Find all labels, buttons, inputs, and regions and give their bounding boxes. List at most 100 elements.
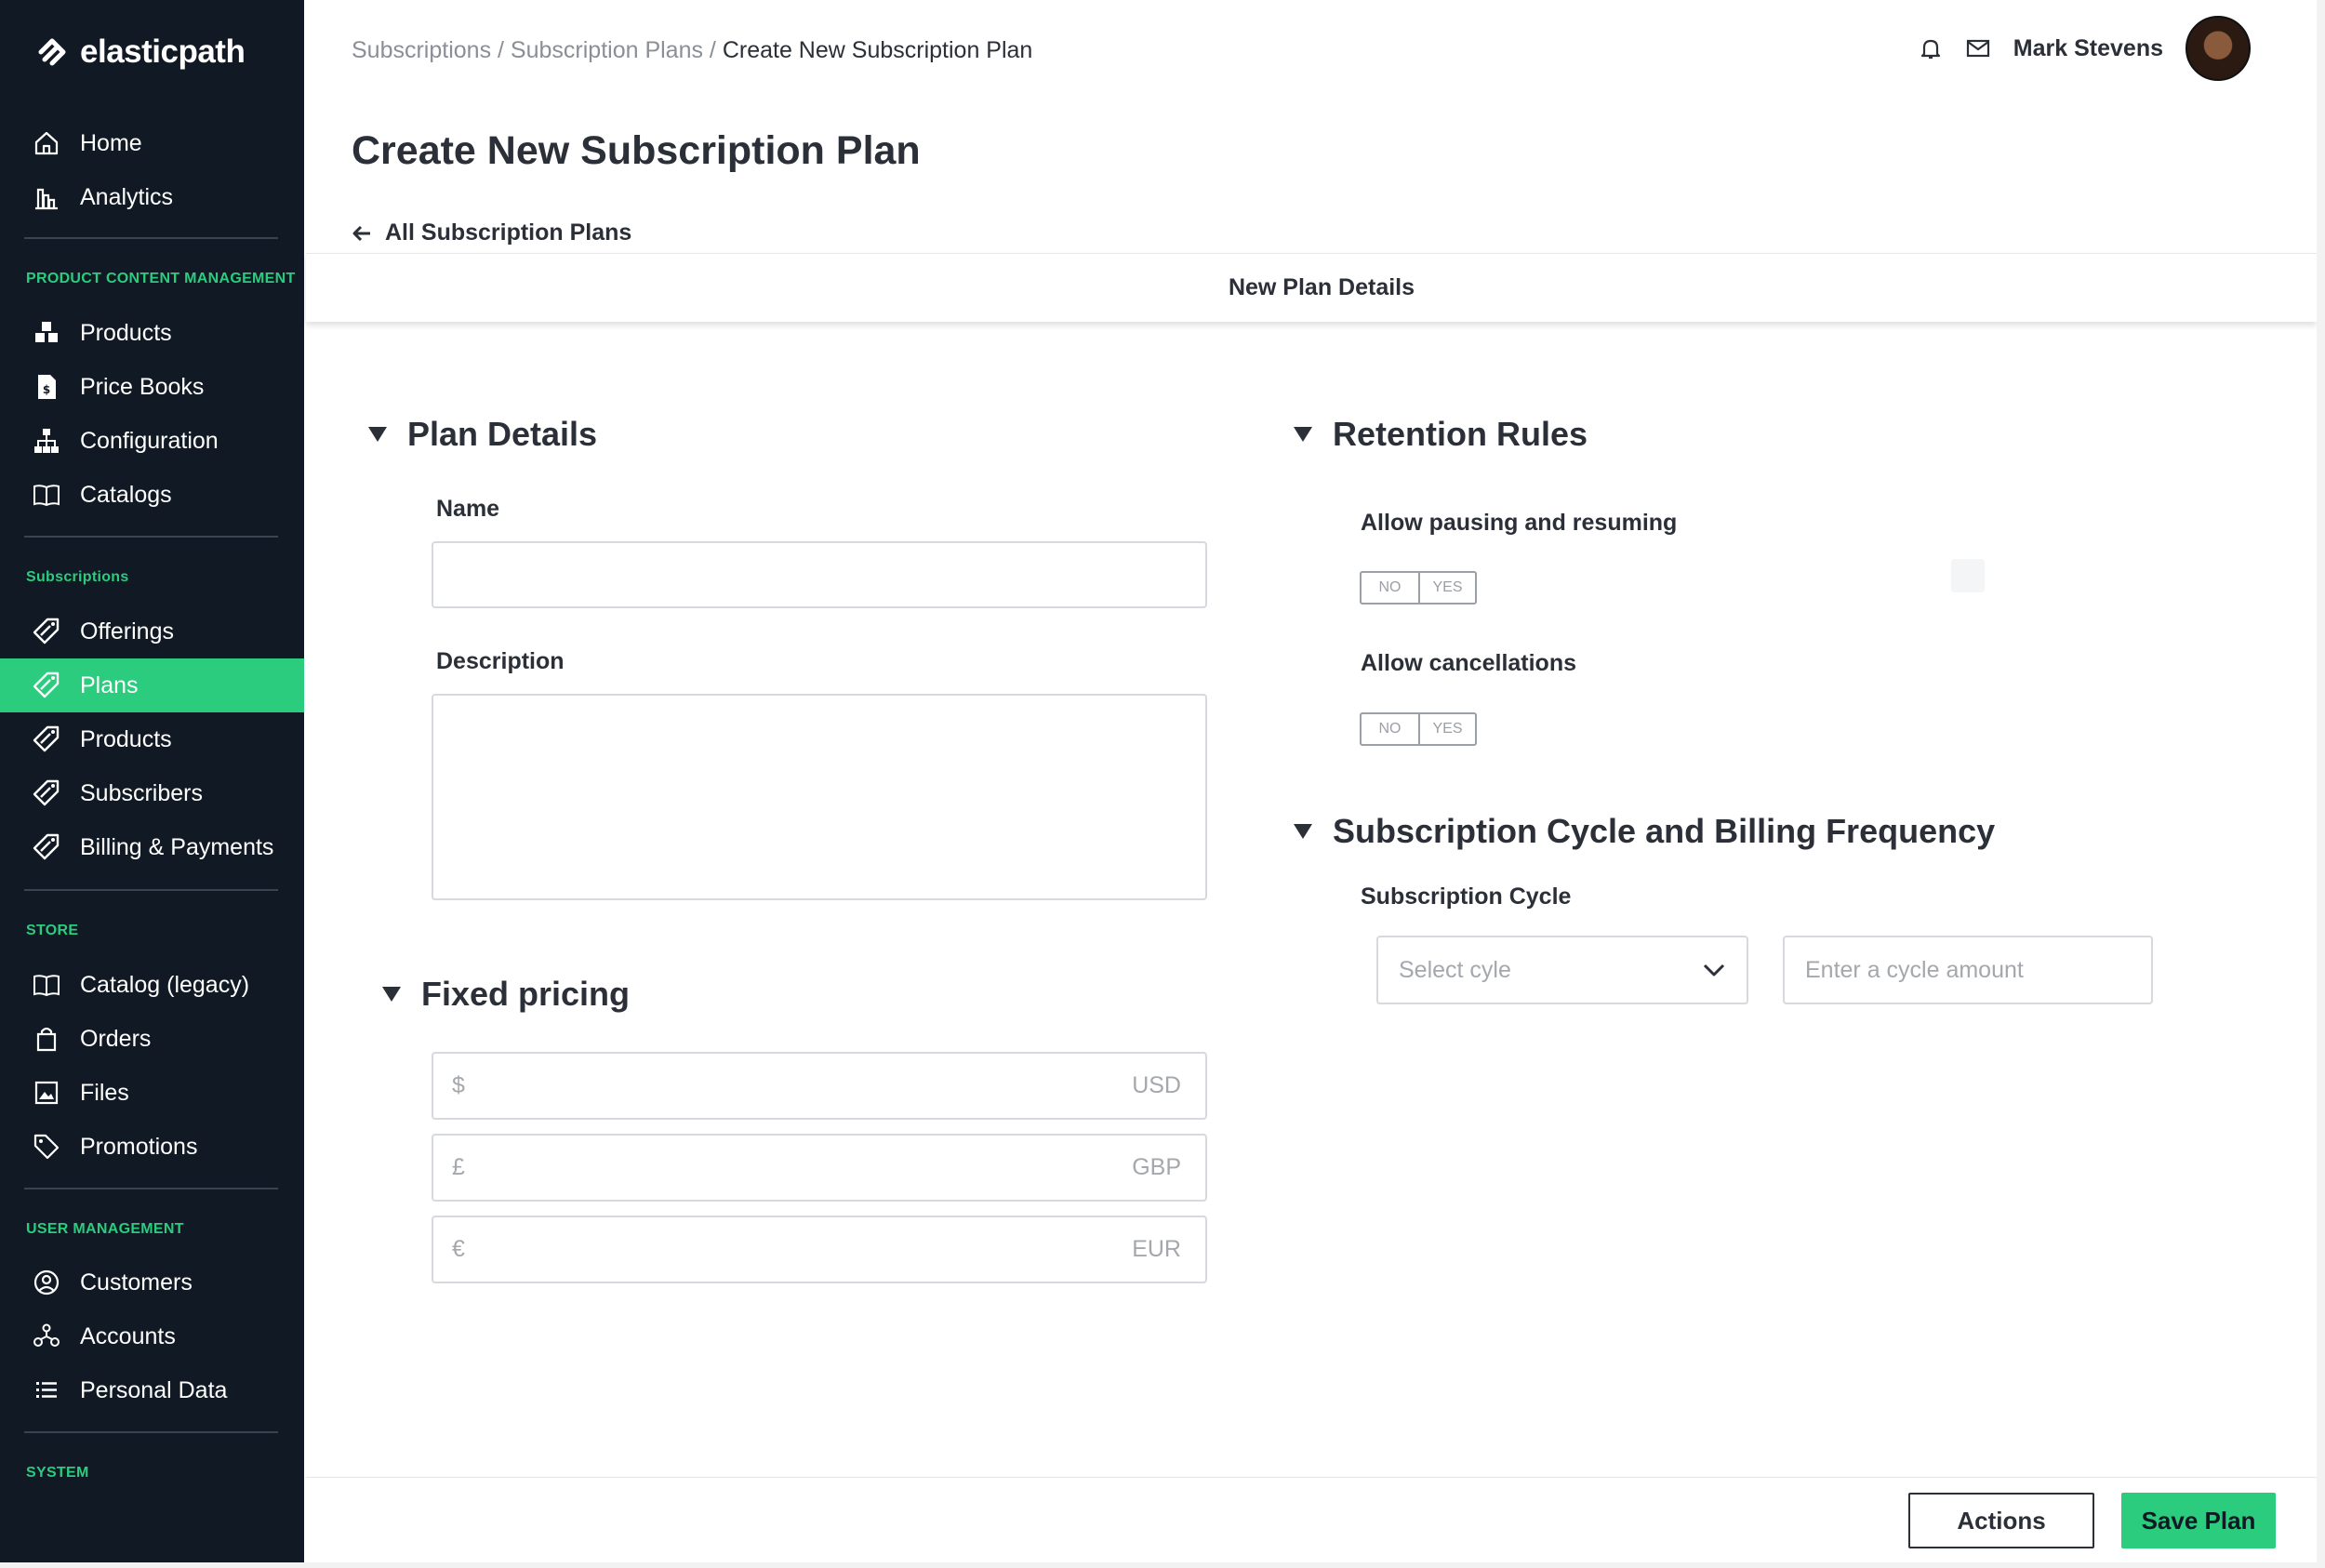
sidebar-item-subscribers[interactable]: Subscribers: [0, 766, 304, 820]
window-frame-right: [2317, 0, 2325, 1568]
sidebar-item-offerings[interactable]: Offerings: [0, 605, 304, 658]
currency-symbol: $: [452, 1072, 465, 1098]
sidebar-divider: [24, 1188, 278, 1189]
back-link-label: All Subscription Plans: [385, 219, 632, 246]
sidebar-item-label: Customers: [80, 1269, 193, 1296]
sidebar-item-label: Orders: [80, 1025, 152, 1052]
price-input-eur[interactable]: € EUR: [432, 1216, 1207, 1283]
price-input-usd[interactable]: $ USD: [432, 1052, 1207, 1120]
cycle-select[interactable]: Select cyle: [1376, 936, 1748, 1004]
section-title: Subscription Cycle and Billing Frequency: [1333, 812, 1996, 850]
sidebar-item-label: Catalog (legacy): [80, 971, 250, 998]
sidebar-item-billing-payments[interactable]: Billing & Payments: [0, 820, 304, 874]
sidebar-item-label: Catalogs: [80, 481, 172, 508]
sidebar-item-label: Products: [80, 319, 172, 346]
sidebar-item-configuration[interactable]: Configuration: [0, 414, 304, 468]
breadcrumb-link-subscription-plans[interactable]: Subscription Plans: [511, 37, 703, 63]
breadcrumb-link-subscriptions[interactable]: Subscriptions: [352, 37, 491, 63]
sidebar-item-label: Products: [80, 725, 172, 752]
chevron-down-icon: [1702, 963, 1726, 977]
section-fixed-pricing-header[interactable]: Fixed pricing: [382, 975, 630, 1014]
hierarchy-icon: [32, 426, 61, 456]
toggle-yes[interactable]: YES: [1418, 714, 1475, 744]
breadcrumb: Subscriptions / Subscription Plans / Cre…: [352, 37, 1032, 64]
sidebar-item-label: Offerings: [80, 618, 174, 644]
currency-code: EUR: [1132, 1236, 1181, 1262]
user-name[interactable]: Mark Stevens: [2013, 35, 2163, 62]
sidebar-item-label: Billing & Payments: [80, 833, 274, 860]
toggle-no[interactable]: NO: [1362, 714, 1418, 744]
sidebar-item-customers[interactable]: Customers: [0, 1256, 304, 1309]
section-plan-details-header[interactable]: Plan Details: [368, 415, 597, 454]
sidebar-item-promotions[interactable]: Promotions: [0, 1120, 304, 1174]
sidebar-item-personal-data[interactable]: Personal Data: [0, 1363, 304, 1417]
toggle-yes[interactable]: YES: [1418, 573, 1475, 603]
avatar[interactable]: [2186, 16, 2251, 81]
subscription-cycle-label: Subscription Cycle: [1361, 884, 1572, 910]
sidebar-item-orders[interactable]: Orders: [0, 1012, 304, 1066]
sidebar-item-plans[interactable]: Plans: [0, 658, 304, 712]
name-input[interactable]: [432, 541, 1207, 608]
section-title: Fixed pricing: [421, 975, 631, 1013]
sidebar-section-subscriptions: Subscriptions: [26, 569, 129, 585]
tab-new-plan-details[interactable]: New Plan Details: [1229, 274, 1415, 301]
section-retention-rules-header[interactable]: Retention Rules: [1294, 415, 1588, 454]
sidebar-item-catalog-legacy[interactable]: Catalog (legacy): [0, 958, 304, 1012]
products-icon: [32, 318, 61, 348]
home-icon: [32, 128, 61, 158]
sidebar-divider: [24, 889, 278, 891]
tab-bar: New Plan Details: [306, 253, 2317, 322]
sidebar-section-store: STORE: [26, 923, 79, 938]
price-book-icon: $: [32, 372, 61, 402]
analytics-icon: [32, 182, 61, 212]
sidebar-item-products[interactable]: Products: [0, 306, 304, 360]
sidebar-item-subscription-products[interactable]: Products: [0, 712, 304, 766]
image-icon: [32, 1078, 61, 1108]
toggle-no[interactable]: NO: [1362, 573, 1418, 603]
currency-code: USD: [1132, 1072, 1181, 1098]
tag-icon: [32, 724, 61, 754]
sidebar-divider: [24, 536, 278, 538]
select-placeholder: Select cyle: [1399, 956, 1511, 983]
sidebar-item-analytics[interactable]: Analytics: [0, 170, 304, 224]
price-input-gbp[interactable]: £ GBP: [432, 1134, 1207, 1202]
arrow-left-icon: [352, 223, 372, 244]
mail-icon[interactable]: [1965, 36, 1991, 60]
sidebar-item-home[interactable]: Home: [0, 116, 304, 170]
sidebar-item-files[interactable]: Files: [0, 1066, 304, 1120]
currency-symbol: £: [452, 1154, 465, 1180]
sidebar-item-label: Accounts: [80, 1322, 176, 1349]
back-link-all-subscription-plans[interactable]: All Subscription Plans: [352, 219, 631, 246]
cancellations-toggle[interactable]: NO YES: [1360, 712, 1477, 746]
sidebar-item-accounts[interactable]: Accounts: [0, 1309, 304, 1363]
tag-icon: [32, 832, 61, 862]
pausing-toggle[interactable]: NO YES: [1360, 571, 1477, 605]
brand-logo[interactable]: elasticpath: [33, 33, 246, 71]
cancellations-label: Allow cancellations: [1361, 650, 1577, 676]
cycle-amount-input[interactable]: [1783, 936, 2153, 1004]
section-subscription-cycle-header[interactable]: Subscription Cycle and Billing Frequency: [1294, 812, 1995, 851]
description-label: Description: [436, 648, 565, 674]
save-plan-button[interactable]: Save Plan: [2121, 1493, 2276, 1548]
collapse-triangle-icon: [1294, 824, 1312, 839]
sidebar-item-catalogs[interactable]: Catalogs: [0, 468, 304, 522]
placeholder-square: [1951, 559, 1985, 592]
bell-icon[interactable]: [1919, 36, 1943, 60]
brand-name: elasticpath: [80, 33, 246, 70]
pausing-label: Allow pausing and resuming: [1361, 510, 1678, 536]
sidebar-item-label: Plans: [80, 671, 139, 698]
sidebar-item-price-books[interactable]: $ Price Books: [0, 360, 304, 414]
sidebar-item-label: Personal Data: [80, 1376, 228, 1403]
section-title: Plan Details: [407, 415, 598, 453]
window-frame-bottom: [0, 1562, 2325, 1568]
currency-code: GBP: [1132, 1154, 1181, 1180]
collapse-triangle-icon: [1294, 427, 1312, 442]
actions-button[interactable]: Actions: [1908, 1493, 2094, 1548]
svg-text:$: $: [43, 383, 50, 396]
breadcrumb-current: Create New Subscription Plan: [722, 37, 1033, 63]
sidebar-section-pcm: PRODUCT CONTENT MANAGEMENT: [26, 271, 296, 286]
sidebar-item-label: Price Books: [80, 373, 205, 400]
sidebar: elasticpath Home Analytics PRODUCT CONTE…: [0, 0, 304, 1562]
section-title: Retention Rules: [1333, 415, 1588, 453]
description-textarea[interactable]: [432, 694, 1207, 900]
